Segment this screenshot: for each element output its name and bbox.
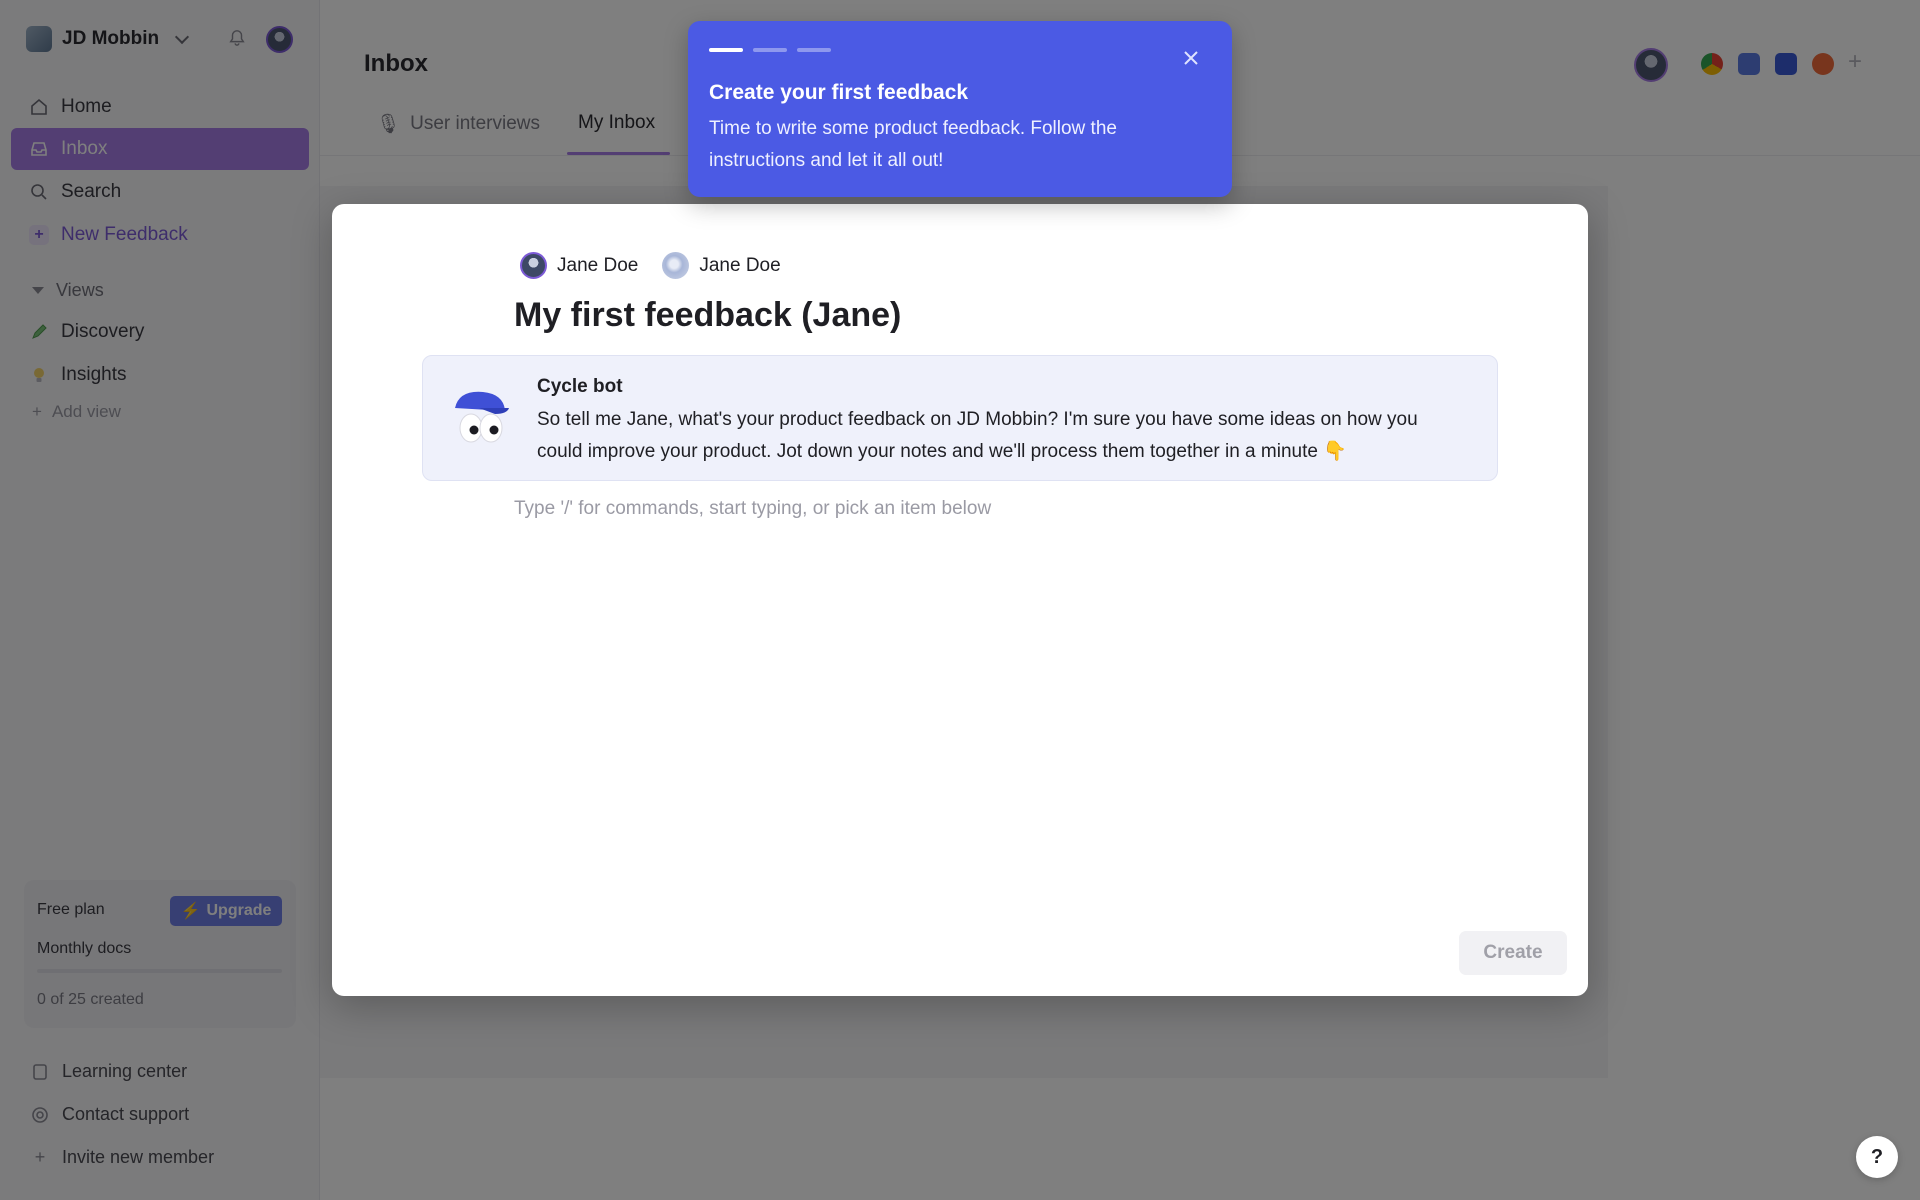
bot-message-card: Cycle bot So tell me Jane, what's your p…	[422, 355, 1498, 481]
step-indicator	[797, 48, 831, 52]
feedback-title[interactable]: My first feedback (Jane)	[514, 296, 901, 335]
step-indicator	[753, 48, 787, 52]
avatar	[520, 252, 547, 279]
tooltip-body: Time to write some product feedback. Fol…	[709, 118, 1117, 171]
close-icon[interactable]	[1182, 49, 1200, 67]
bot-name: Cycle bot	[537, 376, 623, 397]
assignee-chip[interactable]: Jane Doe	[520, 252, 638, 279]
bot-mascot-icon	[455, 391, 509, 443]
assignees: Jane Doe Jane Doe	[520, 252, 781, 279]
assignee-name: Jane Doe	[557, 254, 639, 276]
create-button[interactable]: Create	[1459, 931, 1567, 975]
onboarding-tooltip: Create your first feedback Time to write…	[688, 21, 1232, 197]
help-button[interactable]: ?	[1856, 1136, 1898, 1178]
step-indicator-active	[709, 48, 743, 52]
bot-message: So tell me Jane, what's your product fee…	[537, 409, 1418, 462]
assignee-chip[interactable]: Jane Doe	[662, 252, 781, 279]
avatar	[662, 252, 690, 279]
feedback-editor[interactable]	[514, 498, 1394, 520]
assignee-name: Jane Doe	[699, 254, 781, 276]
new-feedback-modal: Jane Doe Jane Doe My first feedback (Jan…	[332, 204, 1588, 996]
tooltip-title: Create your first feedback	[709, 81, 969, 104]
